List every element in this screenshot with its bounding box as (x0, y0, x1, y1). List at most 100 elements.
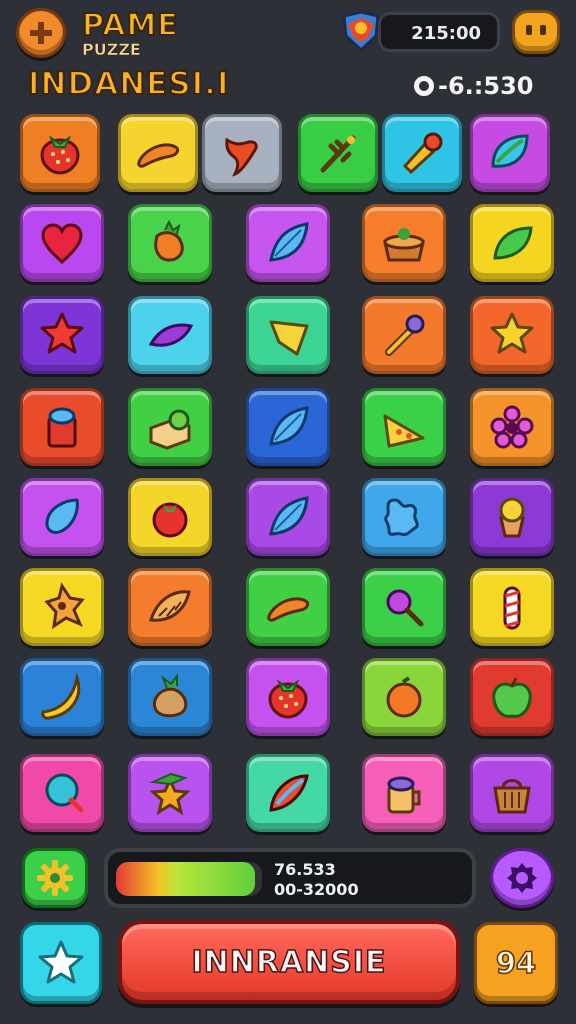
puzzle-tile[interactable] (362, 754, 446, 832)
puzzle-tile[interactable] (20, 296, 104, 374)
puzzle-tile[interactable] (470, 388, 554, 466)
progress-bar (116, 862, 262, 896)
puzzle-tile[interactable] (128, 754, 212, 832)
splash-icon (384, 498, 419, 536)
flower-icon (490, 405, 534, 449)
puzzle-tile[interactable] (128, 296, 212, 374)
pie-icon (383, 228, 425, 262)
game-screen: PAME PUZZE INDANESI.I 215:00 -6.:530 76.… (0, 0, 576, 1024)
strawberry-icon (268, 679, 308, 719)
puzzle-tile[interactable] (128, 658, 212, 736)
puzzle-tile[interactable] (470, 204, 554, 282)
puzzle-tile[interactable] (362, 296, 446, 374)
profile-button[interactable] (512, 10, 560, 54)
progress-panel: 76.533 00-32000 (104, 848, 476, 908)
puzzle-tile[interactable] (470, 754, 554, 832)
puzzle-tile[interactable] (246, 658, 330, 736)
sausage-icon (267, 597, 310, 622)
purple-leaf-icon (148, 323, 194, 347)
face-icon (526, 25, 546, 35)
mug-icon (387, 776, 421, 814)
twig-icon (320, 135, 356, 173)
puzzle-tile[interactable] (246, 568, 330, 646)
feather-icon (269, 774, 309, 812)
puzzle-tile[interactable] (20, 754, 104, 832)
title-line-3: INDANESI.I (27, 65, 230, 103)
puzzle-tile[interactable] (246, 478, 330, 556)
wrench-icon (385, 314, 425, 356)
puzzle-tile[interactable] (362, 568, 446, 646)
yellow-star-icon (490, 312, 534, 354)
main-action-button[interactable]: INNRANSIE (118, 920, 460, 1004)
puzzle-tile[interactable] (20, 658, 104, 736)
puzzle-tile[interactable] (362, 478, 446, 556)
puzzle-tile[interactable] (470, 568, 554, 646)
puzzle-tile[interactable] (128, 204, 212, 282)
timer-value: 215:00 (411, 23, 481, 44)
bread-icon (149, 409, 191, 450)
balloon-icon (45, 773, 84, 813)
strawberry-icon (40, 135, 80, 175)
orange-icon (386, 676, 422, 718)
count-value: 94 (495, 945, 537, 981)
drop-icon (45, 498, 79, 534)
puzzle-tile[interactable] (128, 478, 212, 556)
puzzle-tile[interactable] (362, 204, 446, 282)
apple-icon (492, 677, 532, 718)
green-leaf-icon (493, 226, 533, 260)
puzzle-tile[interactable] (20, 114, 100, 192)
cross-icon (30, 22, 52, 44)
menu-button[interactable] (16, 8, 66, 58)
title-line-2: PUZZE (82, 40, 141, 60)
main-action-label: INNRANSIE (191, 944, 387, 981)
cookie-icon (44, 582, 85, 630)
drill-icon (402, 132, 443, 175)
puzzle-tile[interactable] (470, 296, 554, 374)
leaf-icon (491, 134, 529, 168)
cup-icon (47, 407, 77, 448)
cog-icon (507, 863, 537, 893)
puzzle-tile[interactable] (470, 478, 554, 556)
ginger-icon (152, 673, 188, 718)
stat-value: -6.:530 (438, 72, 534, 100)
gear-icon (37, 860, 73, 896)
title-line-1: PAME (81, 7, 179, 44)
banana-icon (41, 672, 81, 720)
settings-button[interactable] (490, 848, 554, 908)
star-icon (38, 940, 84, 984)
puzzle-tile[interactable] (246, 296, 330, 374)
puzzle-tile[interactable] (20, 204, 104, 282)
puzzle-tile[interactable] (20, 478, 104, 556)
candy-cane-icon (503, 586, 521, 630)
puzzle-tile[interactable] (246, 754, 330, 832)
puzzle-tile[interactable] (362, 658, 446, 736)
puzzle-tile[interactable] (118, 114, 198, 192)
star-button[interactable] (20, 922, 102, 1004)
basket-icon (493, 779, 531, 814)
puzzle-tile[interactable] (202, 114, 282, 192)
puzzle-tile[interactable] (470, 114, 550, 192)
blue-leaf-icon (269, 496, 309, 536)
puzzle-tile[interactable] (246, 388, 330, 466)
progress-line-2: 00-32000 (274, 880, 359, 899)
gear-button[interactable] (22, 848, 88, 908)
puzzle-tile[interactable] (128, 568, 212, 646)
puzzle-tile[interactable] (362, 388, 446, 466)
puzzle-tile[interactable] (246, 204, 330, 282)
lollipop-icon (386, 589, 424, 627)
puzzle-tile[interactable] (470, 658, 554, 736)
puzzle-tile[interactable] (298, 114, 378, 192)
ice-cream-icon (499, 497, 525, 538)
count-button[interactable]: 94 (474, 922, 558, 1004)
stat-readout: -6.:530 (414, 72, 533, 100)
progress-fill (116, 862, 255, 896)
puzzle-tile[interactable] (20, 388, 104, 466)
croissant-icon (149, 590, 191, 622)
puzzle-tile[interactable] (382, 114, 462, 192)
ring-icon (414, 76, 434, 96)
blue-leaf-icon (269, 406, 309, 446)
cheese-icon (383, 414, 425, 448)
puzzle-tile[interactable] (128, 388, 212, 466)
progress-line-1: 76.533 (274, 860, 336, 879)
puzzle-tile[interactable] (20, 568, 104, 646)
